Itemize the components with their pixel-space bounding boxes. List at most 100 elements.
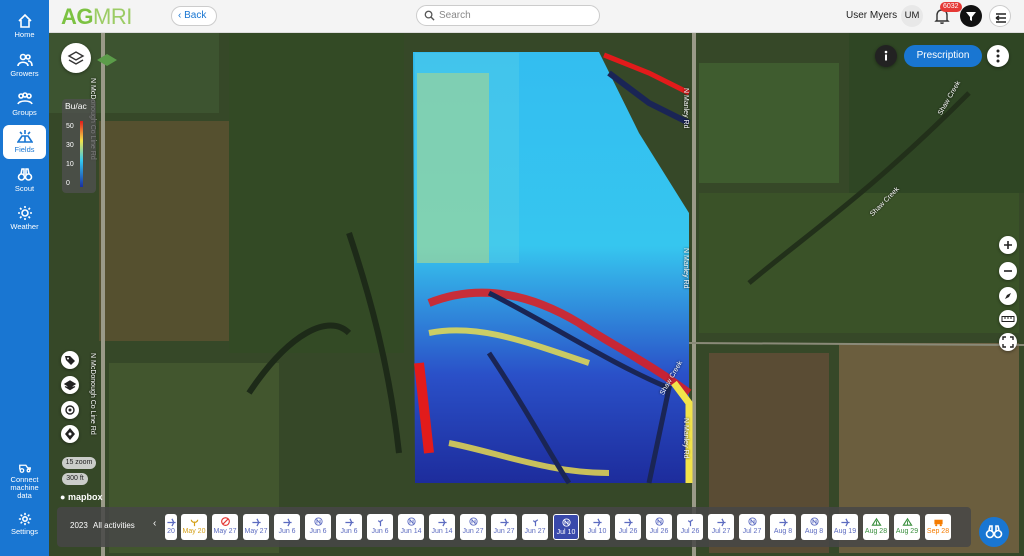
- timeline-chip[interactable]: Jun 14: [398, 514, 424, 540]
- road-label: N Manley Rd: [682, 248, 689, 289]
- timeline-chip[interactable]: Jul 26: [646, 514, 672, 540]
- timeline-chip[interactable]: Jul 27: [708, 514, 734, 540]
- notification-badge: 6032: [940, 2, 962, 12]
- n-icon: [561, 518, 571, 527]
- n-icon: [809, 517, 819, 526]
- measure-button[interactable]: [999, 310, 1017, 328]
- timeline-chip[interactable]: Aug 28: [863, 514, 889, 540]
- timeline-chip-label: Jul 27: [711, 528, 731, 535]
- sidebar-item-growers[interactable]: Growers: [3, 49, 46, 83]
- timeline-chip-label: Jul 26: [618, 528, 638, 535]
- timeline-chip[interactable]: Jul 26: [677, 514, 703, 540]
- filter-button[interactable]: [960, 5, 982, 27]
- home-icon: [17, 13, 32, 28]
- timeline-chip[interactable]: Jun 27: [522, 514, 548, 540]
- timeline-chip[interactable]: Jun 6: [367, 514, 393, 540]
- zoom-in-button[interactable]: [999, 236, 1017, 254]
- combine-icon: [933, 519, 943, 527]
- sidebar-item-settings[interactable]: Settings: [3, 512, 46, 536]
- timeline-chip-label: Jun 14: [431, 528, 453, 535]
- timeline-chip-label: Jul 27: [742, 528, 762, 535]
- info-button[interactable]: [875, 45, 897, 67]
- chevron-left-icon[interactable]: ‹: [153, 518, 156, 529]
- activity-filter[interactable]: All activities: [93, 521, 135, 530]
- harvest-icon: [901, 517, 913, 526]
- timeline-chip[interactable]: May 20: [181, 514, 207, 540]
- timeline-chip[interactable]: Jul 10: [553, 514, 579, 540]
- sidebar-item-fields[interactable]: Fields: [3, 125, 46, 159]
- gear-icon: [18, 512, 31, 526]
- fullscreen-icon: [1002, 336, 1014, 348]
- timeline-chip[interactable]: Aug 19: [832, 514, 858, 540]
- flight-icon: [778, 518, 788, 527]
- mapbox-attribution[interactable]: ● mapbox: [60, 492, 102, 502]
- timeline-chip[interactable]: Aug 8: [801, 514, 827, 540]
- scout-button[interactable]: [979, 517, 1009, 547]
- sidebar: Home Growers Groups Fields Scout Weather…: [0, 0, 49, 556]
- sidebar-item-scout[interactable]: Scout: [3, 164, 46, 198]
- connect-machine-data-button[interactable]: Connect machine data: [3, 460, 46, 500]
- timeline-chip[interactable]: Sep 28: [925, 514, 951, 540]
- timeline-chip[interactable]: May 27: [243, 514, 269, 540]
- sidebar-item-groups[interactable]: Groups: [3, 88, 46, 122]
- timeline-chip-label: Sep 28: [926, 528, 950, 535]
- timeline-chip[interactable]: Jul 26: [615, 514, 641, 540]
- timeline-chip[interactable]: Jul 27: [739, 514, 765, 540]
- harvest-icon: [870, 517, 882, 526]
- layers-button[interactable]: [61, 43, 91, 73]
- timeline-chip-label: Jul 26: [649, 528, 669, 535]
- timeline-year[interactable]: 2023: [70, 521, 88, 530]
- overlay-layers-button[interactable]: [61, 376, 79, 394]
- more-options-button[interactable]: [987, 45, 1009, 67]
- timeline-chip[interactable]: Jun 27: [460, 514, 486, 540]
- legend-value: 30: [66, 142, 74, 149]
- timeline-chip[interactable]: Jul 10: [584, 514, 610, 540]
- no-icon: [220, 517, 230, 526]
- back-button[interactable]: ‹ Back: [171, 6, 217, 26]
- mapbox-label: mapbox: [67, 492, 103, 502]
- avatar[interactable]: UM: [901, 5, 923, 27]
- top-bar: AGMRI ‹ Back Search User Myers UM 6032: [49, 0, 1024, 33]
- timeline-chip[interactable]: Jun 27: [491, 514, 517, 540]
- timeline-chip-label: Jun 6: [371, 528, 389, 535]
- location-pin-button[interactable]: [61, 425, 79, 443]
- timeline-chip[interactable]: Aug 8: [770, 514, 796, 540]
- timeline-chip[interactable]: Jun 14: [429, 514, 455, 540]
- zoom-out-button[interactable]: [999, 262, 1017, 280]
- flight-icon: [251, 518, 261, 527]
- sidebar-item-weather[interactable]: Weather: [3, 202, 46, 236]
- prescription-button[interactable]: Prescription: [904, 45, 982, 67]
- tag-button[interactable]: [61, 351, 79, 369]
- funnel-icon: [966, 12, 976, 21]
- map-view[interactable]: N McDonough Co Line Rd N McDonough Co Li…: [49, 33, 1024, 556]
- satellite-layer-icon[interactable]: [95, 51, 119, 69]
- compass-button[interactable]: [999, 287, 1017, 305]
- legend-title: Bu/ac: [65, 101, 87, 111]
- sprout-icon: [190, 519, 198, 527]
- growers-icon: [16, 53, 33, 67]
- timeline-chip[interactable]: Jun 6: [305, 514, 331, 540]
- n-icon: [468, 517, 478, 526]
- timeline-chip[interactable]: May 27: [212, 514, 238, 540]
- legend-value: 50: [66, 123, 74, 130]
- sidebar-item-home[interactable]: Home: [3, 10, 46, 44]
- n-icon: [747, 517, 757, 526]
- timeline-chip[interactable]: Jun 6: [336, 514, 362, 540]
- collapse-menu-button[interactable]: [989, 5, 1011, 27]
- sidebar-item-label: Home: [14, 30, 35, 39]
- info-icon: [884, 50, 888, 61]
- search-icon: [424, 10, 435, 21]
- timeline-chip[interactable]: 20: [165, 514, 177, 540]
- search-placeholder: Search: [439, 10, 471, 21]
- search-input[interactable]: Search: [416, 5, 600, 26]
- locate-button[interactable]: [61, 401, 79, 419]
- flight-icon: [716, 518, 726, 527]
- plant-icon: [687, 519, 693, 527]
- timeline-chip-label: Aug 28: [864, 528, 888, 535]
- flight-icon: [840, 518, 850, 527]
- timeline-chip[interactable]: Aug 29: [894, 514, 920, 540]
- binoculars-icon: [985, 525, 1003, 539]
- fullscreen-button[interactable]: [999, 333, 1017, 351]
- flight-icon: [499, 518, 509, 527]
- timeline-chip[interactable]: Jun 6: [274, 514, 300, 540]
